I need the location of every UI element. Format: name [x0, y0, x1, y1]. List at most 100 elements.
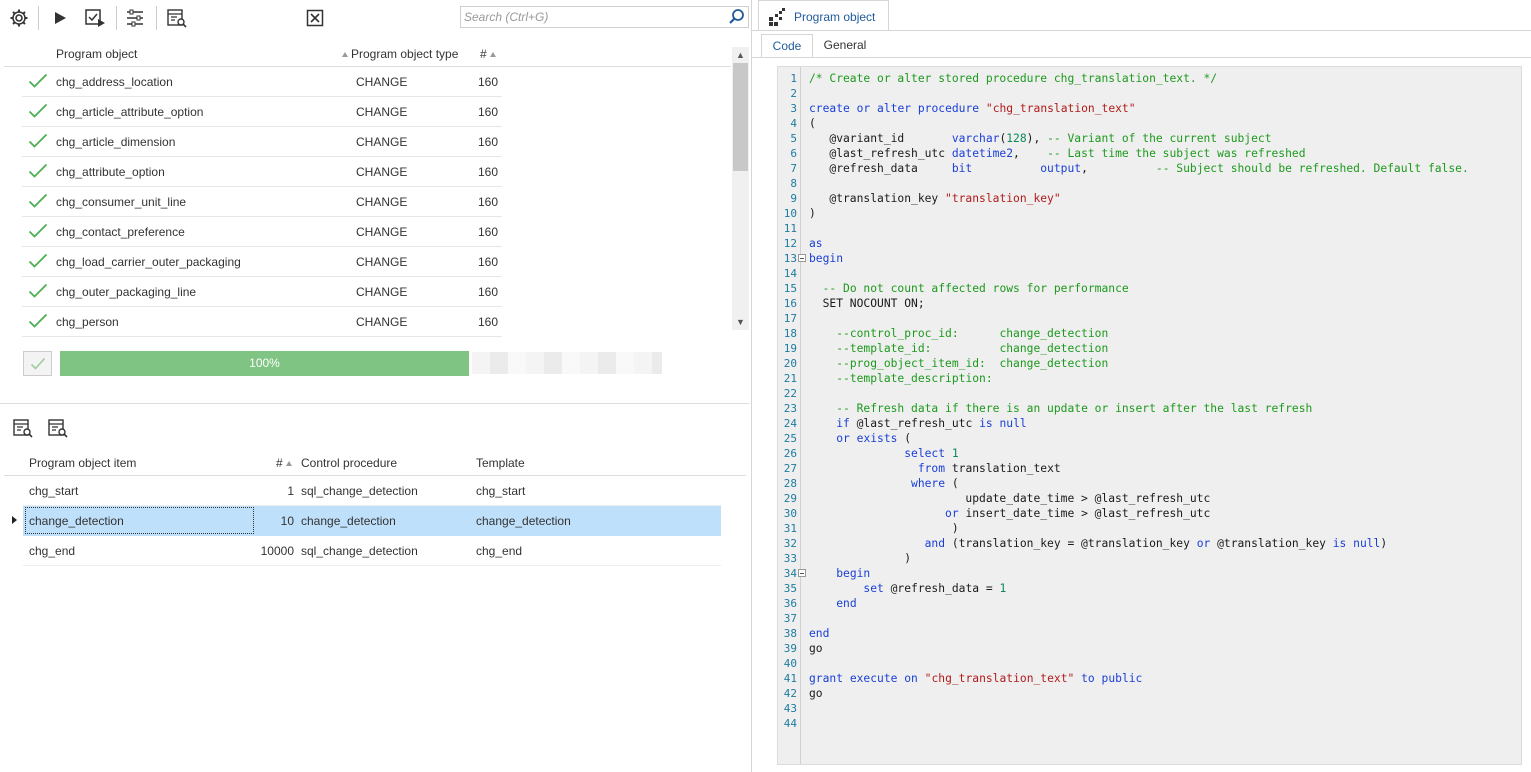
- control-procedure: change_detection: [301, 514, 396, 528]
- code-line: where (: [911, 477, 959, 490]
- sort-ascending-icon: [342, 52, 348, 58]
- template: chg_start: [476, 484, 526, 498]
- line-number: 29: [783, 492, 797, 505]
- current-row-indicator-icon: [12, 516, 17, 524]
- pane-splitter[interactable]: [751, 0, 752, 772]
- search-field[interactable]: [460, 6, 749, 28]
- program-object-type: CHANGE: [356, 225, 408, 239]
- vertical-scrollbar[interactable]: ▲ ▼: [732, 47, 749, 330]
- find-item-button[interactable]: [10, 415, 36, 441]
- table-row[interactable]: chg_end 10000 sql_change_detection chg_end: [23, 536, 721, 566]
- program-object-name: chg_consumer_unit_line: [56, 195, 187, 209]
- column-header-program-object[interactable]: Program object: [56, 47, 137, 61]
- table-row[interactable]: chg_address_location CHANGE 160: [22, 67, 502, 97]
- column-header-template[interactable]: Template: [476, 456, 525, 470]
- table-row[interactable]: chg_load_carrier_outer_packaging CHANGE 16…: [22, 247, 502, 277]
- tab-program-object[interactable]: Program object: [758, 0, 889, 31]
- line-number: 3: [790, 102, 797, 115]
- line-number: 7: [790, 162, 797, 175]
- scroll-up-icon[interactable]: ▲: [732, 47, 749, 63]
- code-line: @refresh_data bit output, -- Subject sho…: [809, 162, 1469, 175]
- line-number: 40: [783, 657, 797, 670]
- horizontal-splitter[interactable]: [0, 403, 749, 404]
- list-search-icon: [167, 9, 187, 28]
- filter-settings-button[interactable]: [122, 5, 148, 31]
- scroll-down-icon[interactable]: ▼: [732, 314, 749, 330]
- code-line: --template_description:: [836, 372, 993, 385]
- column-header-program-object-item[interactable]: Program object item: [29, 456, 136, 470]
- line-number: 10: [783, 207, 797, 220]
- line-number-gutter: 1 2 3 4 5 6 7 8 9 10 11 12 13 14 15 16 17 18 19 20 21 22 23 24 2…: [778, 67, 800, 764]
- program-object-type: CHANGE: [356, 195, 408, 209]
- table-row[interactable]: chg_person CHANGE 160: [22, 307, 502, 337]
- line-number: 32: [783, 537, 797, 550]
- table-row[interactable]: chg_article_attribute_option CHANGE 160: [22, 97, 502, 127]
- table-row[interactable]: chg_contact_preference CHANGE 160: [22, 217, 502, 247]
- program-object-name: chg_address_location: [56, 75, 173, 89]
- program-object-item: change_detection: [29, 514, 124, 528]
- line-number: 19: [783, 342, 797, 355]
- table-row[interactable]: chg_attribute_option CHANGE 160: [22, 157, 502, 187]
- program-object-name: chg_person: [56, 315, 119, 329]
- program-object-name: chg_article_dimension: [56, 135, 176, 149]
- column-header-program-object-type[interactable]: Program object type: [339, 47, 458, 61]
- code-line: @variant_id varchar(128), -- Variant of …: [809, 132, 1272, 145]
- program-object-count: 160: [478, 285, 499, 299]
- find-template-button[interactable]: [45, 415, 71, 441]
- program-object-name: chg_attribute_option: [56, 165, 165, 179]
- program-object-type: CHANGE: [356, 255, 408, 269]
- code-line: or insert_date_time > @last_refresh_utc: [945, 507, 1211, 520]
- column-header-item-count[interactable]: #: [276, 456, 295, 470]
- column-header-control-procedure[interactable]: Control procedure: [301, 456, 397, 470]
- tab-code[interactable]: Code: [761, 34, 813, 58]
- line-number: 24: [783, 417, 797, 430]
- find-in-list-button[interactable]: [164, 5, 190, 31]
- program-object-item: chg_end: [29, 544, 76, 558]
- check-icon: [30, 357, 45, 370]
- progress-label: 100%: [249, 356, 280, 370]
- run-button[interactable]: [47, 5, 73, 31]
- column-header-count[interactable]: #: [480, 47, 499, 61]
- line-number: 21: [783, 372, 797, 385]
- code-line: end: [836, 597, 857, 610]
- item-count: 1: [287, 484, 294, 498]
- fold-toggle-icon[interactable]: [798, 569, 806, 577]
- code-line: if @last_refresh_utc is null: [836, 417, 1027, 430]
- table-row[interactable]: chg_article_dimension CHANGE 160: [22, 127, 502, 157]
- check-icon: [28, 163, 48, 178]
- program-object-name: chg_article_attribute_option: [56, 105, 204, 119]
- line-number: 16: [783, 297, 797, 310]
- code-editor[interactable]: 1 2 3 4 5 6 7 8 9 10 11 12 13 14 15 16 17 18 19 20 21 22 23 24 2…: [777, 66, 1522, 765]
- line-number: 9: [790, 192, 797, 205]
- check-icon: [28, 103, 48, 118]
- check-icon: [28, 283, 48, 298]
- table-row[interactable]: chg_consumer_unit_line CHANGE 160: [22, 187, 502, 217]
- sort-ascending-icon: [285, 461, 292, 467]
- code-line: ): [809, 207, 816, 220]
- table-row[interactable]: chg_outer_packaging_line CHANGE 160: [22, 277, 502, 307]
- tab-general[interactable]: General: [815, 34, 875, 58]
- clear-button[interactable]: [302, 5, 328, 31]
- column-header-label: Template: [476, 456, 525, 470]
- line-number: 22: [783, 387, 797, 400]
- scroll-thumb[interactable]: [733, 63, 748, 171]
- sliders-icon: [127, 9, 143, 27]
- run-selected-button[interactable]: [82, 5, 108, 31]
- line-number: 42: [783, 687, 797, 700]
- code-line: ): [809, 552, 912, 565]
- line-number: 35: [783, 582, 797, 595]
- line-number: 38: [783, 627, 797, 640]
- settings-button[interactable]: [6, 5, 32, 31]
- line-number: 4: [790, 117, 797, 130]
- program-object-icon: [769, 8, 785, 26]
- line-number: 31: [783, 522, 797, 535]
- table-row[interactable]: change_detection 10 change_detection change…: [23, 506, 721, 536]
- column-header-label: #: [276, 456, 283, 470]
- column-header-label: Control procedure: [301, 456, 398, 470]
- program-object-name: chg_outer_packaging_line: [56, 285, 197, 299]
- search-icon[interactable]: [728, 8, 746, 26]
- table-row[interactable]: chg_start 1 sql_change_detection chg_start: [23, 476, 721, 506]
- code-line: set @refresh_data = 1: [863, 582, 1007, 595]
- search-input[interactable]: [461, 7, 723, 27]
- fold-toggle-icon[interactable]: [798, 254, 806, 262]
